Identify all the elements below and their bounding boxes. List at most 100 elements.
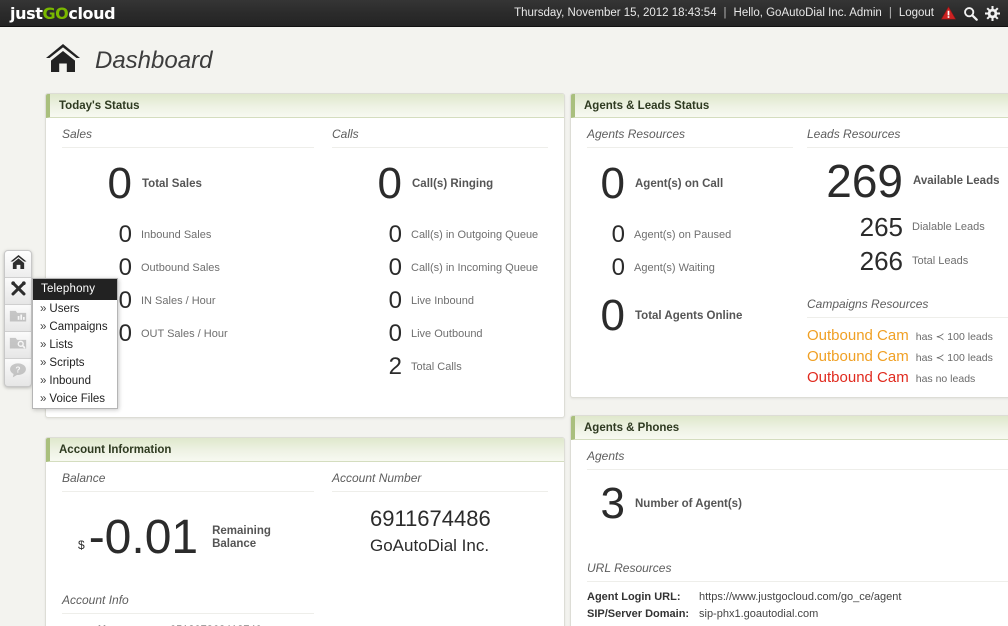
warning-triangle-icon[interactable]	[941, 6, 956, 20]
tools-icon	[10, 280, 27, 302]
campaign-row[interactable]: Outbound Cam has ≺ 100 leads	[807, 348, 1008, 365]
metric-value: 0	[600, 291, 625, 340]
metric-value: 0	[388, 221, 402, 248]
campaign-row[interactable]: Outbound Cam has no leads	[807, 369, 1008, 386]
metric-calls-ringing: 0 Call(s) Ringing	[372, 162, 562, 206]
svg-text:?: ?	[15, 364, 20, 374]
folder-search-icon	[9, 335, 27, 355]
metric-label: IN Sales / Hour	[141, 295, 216, 307]
flyout-item-label: Voice Files	[49, 393, 106, 405]
gear-icon[interactable]	[985, 5, 1000, 21]
metric-number-of-agents: 3 Number of Agent(s)	[595, 482, 1008, 526]
balance-label: Remaining Balance	[212, 525, 271, 551]
balance-label-line2: Balance	[212, 538, 257, 550]
metric-label: Number of Agent(s)	[635, 498, 742, 510]
panel-title: Agents & Phones	[571, 416, 1008, 440]
metric-inbound-sales: 0 Inbound Sales	[114, 223, 330, 247]
logo-just: just	[10, 3, 43, 23]
column-account-number: Account Number 6911674486 GoAutoDial Inc…	[332, 462, 562, 556]
metric-calls-incoming-queue: 0 Call(s) in Incoming Queue	[384, 256, 562, 280]
chevron-icon: »	[40, 303, 47, 315]
metric-label: Available Leads	[913, 175, 1000, 187]
column-heading: Account Number	[332, 462, 548, 492]
metric-value: 0	[388, 287, 402, 314]
metric-value: 0	[600, 159, 625, 208]
campaign-row[interactable]: Outbound Cam has ≺ 100 leads	[807, 327, 1008, 344]
rail-item-home[interactable]	[5, 251, 31, 278]
chevron-icon: »	[40, 357, 47, 369]
metric-label: Inbound Sales	[141, 229, 212, 241]
flyout-item-campaigns[interactable]: » Campaigns	[33, 318, 117, 336]
column-heading: Agents	[587, 440, 1008, 470]
metric-remaining-balance: $ -0.01 Remaining Balance	[78, 514, 330, 562]
metric-label: Call(s) Ringing	[412, 178, 494, 190]
metric-value: 269	[826, 155, 903, 207]
flyout-item-label: Scripts	[49, 357, 85, 369]
chevron-icon: »	[40, 321, 47, 333]
row-key: SIP/Server Domain:	[587, 608, 690, 620]
url-resource-row: SIP/Server Domain: sip-phx1.goautodial.c…	[587, 608, 1008, 620]
column-heading: Agents Resources	[587, 118, 793, 148]
account-company-name: GoAutoDial Inc.	[370, 536, 490, 555]
flyout-item-scripts[interactable]: » Scripts	[33, 354, 117, 372]
column-heading-account-info: Account Info	[62, 584, 314, 614]
campaign-name: Outbound Cam	[807, 327, 909, 344]
panel-agents-leads-status: Agents & Leads Status Agents Resources 0…	[570, 93, 1008, 398]
column-balance: Balance $ -0.01 Remaining Balance Accoun…	[62, 462, 330, 626]
metric-label: Agent(s) on Call	[635, 178, 724, 190]
separator: |	[888, 7, 892, 19]
metric-out-sales-per-hour: 0 OUT Sales / Hour	[114, 322, 330, 346]
separator: |	[723, 7, 727, 19]
metric-label: Live Inbound	[411, 295, 474, 307]
metric-value: 3	[600, 479, 625, 528]
rail-item-tools[interactable]	[5, 278, 31, 305]
chevron-icon: »	[40, 393, 47, 405]
metric-agents-waiting: 0 Agent(s) Waiting	[607, 256, 807, 280]
campaign-name: Outbound Cam	[807, 348, 909, 365]
metric-label: Call(s) in Incoming Queue	[411, 262, 539, 274]
metric-total-leads: 266 Total Leads	[807, 248, 1008, 274]
column-heading: Balance	[62, 462, 314, 492]
flyout-item-label: Users	[49, 303, 80, 315]
logo-go: GO	[42, 3, 69, 23]
flyout-item-lists[interactable]: » Lists	[33, 336, 117, 354]
search-icon[interactable]	[963, 6, 978, 21]
balance-label-line1: Remaining	[212, 525, 271, 537]
top-bar: justGOcloud Thursday, November 15, 2012 …	[0, 0, 1008, 27]
logout-link[interactable]: Logout	[899, 7, 934, 19]
metric-label: Total Agents Online	[635, 310, 743, 322]
metric-agents-on-paused: 0 Agent(s) on Paused	[607, 223, 807, 247]
flyout-item-inbound[interactable]: » Inbound	[33, 372, 117, 390]
app-logo[interactable]: justGOcloud	[10, 3, 116, 23]
column-agents-resources: Agents Resources 0 Agent(s) on Call 0 Ag…	[587, 118, 807, 338]
column-heading-url-resources: URL Resources	[587, 552, 1008, 582]
panel-title: Account Information	[46, 438, 564, 462]
column-heading: Leads Resources	[807, 118, 1008, 148]
rail-item-search-folder[interactable]	[5, 332, 31, 359]
page-title: Dashboard	[95, 46, 213, 74]
metric-value: 0	[388, 320, 402, 347]
metric-label: Total Calls	[411, 361, 462, 373]
metric-value: 0	[377, 159, 402, 208]
metric-value: 0	[388, 254, 402, 281]
rail-item-reports[interactable]	[5, 305, 31, 332]
current-datetime: Thursday, November 15, 2012 18:43:54	[514, 7, 717, 19]
folder-chart-icon	[9, 308, 27, 328]
campaign-note: has ≺ 100 leads	[915, 352, 993, 364]
metric-in-sales-per-hour: 0 IN Sales / Hour	[114, 289, 330, 313]
account-number-value: 6911674486	[370, 506, 491, 531]
panel-account-information: Account Information Balance $ -0.01 Rema…	[45, 437, 565, 626]
metric-label: Call(s) in Outgoing Queue	[411, 229, 539, 241]
campaign-note: has no leads	[915, 373, 976, 385]
currency-symbol: $	[78, 538, 85, 552]
row-value: sip-phx1.goautodial.com	[699, 608, 819, 620]
panel-todays-status: Today's Status Sales 0 Total Sales 0 Inb…	[45, 93, 565, 418]
metric-label: Dialable Leads	[912, 221, 985, 233]
column-heading: Calls	[332, 118, 548, 148]
flyout-item-voice-files[interactable]: » Voice Files	[33, 390, 117, 408]
flyout-item-users[interactable]: » Users	[33, 300, 117, 318]
rail-item-help[interactable]: ?	[5, 359, 31, 386]
balance-amount: -0.01	[88, 511, 199, 564]
metric-label: Total Sales	[142, 178, 202, 190]
metric-agents-on-call: 0 Agent(s) on Call	[595, 162, 807, 206]
